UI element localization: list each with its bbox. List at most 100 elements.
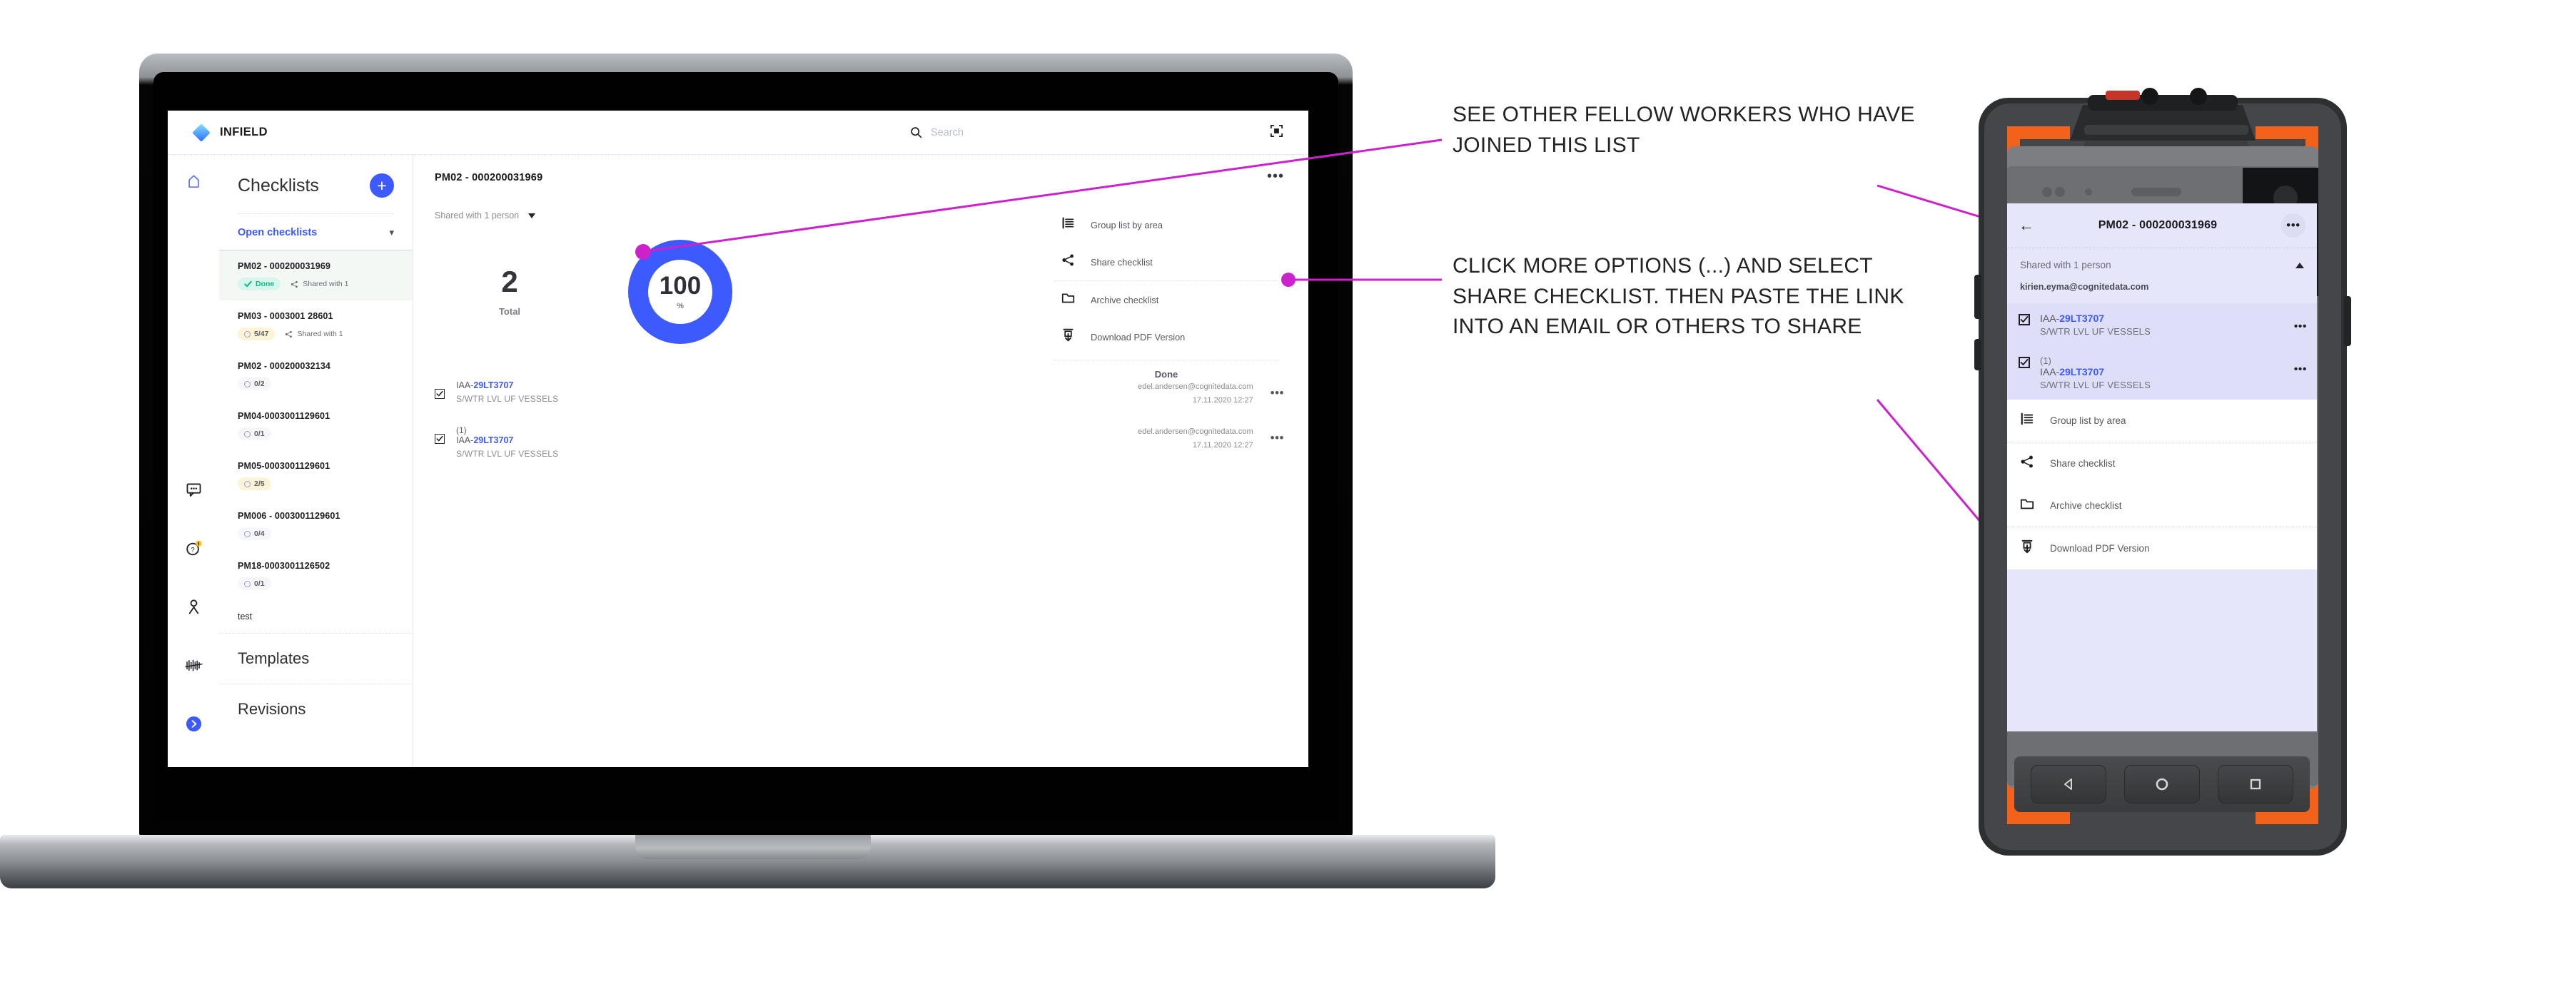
android-back-icon[interactable] bbox=[2030, 765, 2106, 803]
group-list-icon bbox=[1061, 216, 1075, 233]
chevron-up-icon bbox=[2295, 262, 2304, 268]
folder-icon bbox=[2020, 497, 2034, 514]
checklist-item-name: PM02 - 000200032134 bbox=[238, 361, 331, 371]
fullscreen-icon[interactable] bbox=[1270, 124, 1283, 141]
shared-with-badge: Shared with 1 bbox=[285, 330, 343, 338]
phone-menu-item-folder[interactable]: Archive checklist bbox=[2007, 485, 2317, 527]
checklist-item-meta: 0/1 bbox=[238, 577, 394, 590]
help-alert-icon[interactable]: ? bbox=[183, 537, 204, 559]
phone-topbar: ← PM02 - 000200031969 ••• bbox=[2007, 203, 2317, 248]
android-recents-icon[interactable] bbox=[2218, 765, 2294, 803]
row-tag: (1) bbox=[456, 425, 467, 436]
phone-row-code: IAA-29LT3707 bbox=[2040, 313, 2105, 324]
menu-items: Group list by area Share checklist Archi… bbox=[1049, 206, 1284, 355]
phone-menu-item-label: Share checklist bbox=[2050, 458, 2116, 469]
phone-screen: ← PM02 - 000200031969 ••• Shared with 1 … bbox=[2007, 203, 2317, 731]
status-badge: 5/47 bbox=[238, 328, 276, 340]
total-label: Total bbox=[498, 306, 521, 317]
phone-menu-item-share[interactable]: Share checklist bbox=[2007, 442, 2317, 485]
row-timestamp: 17.11.2020 12:27 bbox=[1192, 395, 1253, 405]
menu-item-download[interactable]: Download PDF Version bbox=[1049, 318, 1284, 355]
sidebar-item-revisions[interactable]: Revisions bbox=[219, 684, 413, 734]
android-home-icon[interactable] bbox=[2123, 765, 2200, 803]
status-badge: 0/1 bbox=[238, 427, 271, 440]
more-options-button[interactable]: ••• bbox=[1267, 169, 1284, 183]
progress-unit: % bbox=[677, 302, 684, 310]
table-row[interactable]: (1) IAA-29LT3707 S/WTR LVL UF VESSELS ed… bbox=[435, 417, 1284, 469]
rail-bottom: ? bbox=[183, 479, 204, 767]
row-code: IAA-29LT3707 bbox=[456, 380, 514, 390]
group-label: Open checklists bbox=[238, 227, 318, 238]
infield-diamond-logo-icon bbox=[192, 123, 211, 142]
phone-shared-email: kirien.eyma@cognitedata.com bbox=[2020, 282, 2149, 292]
menu-item-group-list[interactable]: Group list by area bbox=[1049, 206, 1284, 243]
laptop-base-notch bbox=[635, 835, 871, 859]
sidebar-checklist-item[interactable]: PM05-0003001129601 2/5 bbox=[219, 450, 413, 500]
phone-menu-item-label: Download PDF Version bbox=[2050, 543, 2150, 554]
search-input[interactable]: Search bbox=[910, 126, 964, 138]
total-value: 2 bbox=[501, 265, 518, 298]
checklist-item-name: PM18-0003001126502 bbox=[238, 561, 330, 571]
row-more-options-button[interactable]: ••• bbox=[1271, 387, 1284, 398]
phone-row-more-options-button[interactable]: ••• bbox=[2294, 321, 2307, 333]
phone-row-subtitle: S/WTR LVL UF VESSELS bbox=[2040, 326, 2151, 337]
sidebar-checklist-item[interactable]: PM18-0003001126502 0/1 bbox=[219, 550, 413, 600]
main-title-row: PM02 - 000200031969 ••• bbox=[435, 169, 1284, 183]
download-icon bbox=[2020, 539, 2034, 557]
person-icon[interactable] bbox=[183, 596, 204, 617]
app-body: ? Checklists + Open checklists ▾ PM02 - … bbox=[168, 155, 1308, 767]
phone-row-more-options-button[interactable]: ••• bbox=[2294, 364, 2307, 375]
rugged-phone-device: ← PM02 - 000200031969 ••• Shared with 1 … bbox=[1963, 61, 2363, 888]
screenshot-stage: INFIELD Search ? Checklists + Open check… bbox=[0, 0, 2576, 999]
progress-value: 100 bbox=[659, 272, 702, 300]
phone-more-options-button[interactable]: ••• bbox=[2281, 213, 2305, 238]
status-badge: 0/2 bbox=[238, 377, 271, 390]
phone-menu-item-group-list[interactable]: Group list by area bbox=[2007, 400, 2317, 442]
sidebar-checklist-item[interactable]: PM006 - 0003001129601 0/4 bbox=[219, 500, 413, 550]
chevron-right-circle-icon[interactable] bbox=[183, 713, 204, 734]
menu-item-share[interactable]: Share checklist bbox=[1049, 243, 1284, 280]
row-checkbox[interactable] bbox=[435, 434, 445, 445]
menu-done-label: Done bbox=[1054, 360, 1278, 380]
phone-menu-item-download[interactable]: Download PDF Version bbox=[2007, 527, 2317, 569]
phone-shared-control[interactable]: Shared with 1 person bbox=[2007, 248, 2317, 275]
tune-icon[interactable] bbox=[183, 654, 204, 676]
shared-with-badge: Shared with 1 bbox=[291, 280, 348, 288]
total-stat: 2 Total bbox=[435, 265, 585, 318]
phone-checklist-items: IAA-29LT3707 S/WTR LVL UF VESSELS ••• (1… bbox=[2007, 303, 2317, 400]
row-more-options-button[interactable]: ••• bbox=[1271, 432, 1284, 444]
sidebar-checklist-item[interactable]: PM02 - 000200031969 Done Shared with 1 bbox=[219, 250, 413, 300]
checklist-items-table: IAA-29LT3707 S/WTR LVL UF VESSELS edel.a… bbox=[435, 372, 1284, 469]
phone-row-checkbox[interactable] bbox=[2019, 314, 2030, 325]
app-header: INFIELD Search bbox=[168, 111, 1308, 155]
sidebar-checklist-item[interactable]: PM03 - 0003001 28601 5/47 Shared with 1 bbox=[219, 300, 413, 350]
chat-bubble-icon[interactable] bbox=[183, 479, 204, 500]
menu-item-label: Download PDF Version bbox=[1091, 331, 1186, 343]
group-list-icon bbox=[2020, 412, 2034, 430]
brand-name: INFIELD bbox=[220, 126, 268, 138]
sidebar-checklist-item[interactable]: PM02 - 000200032134 0/2 bbox=[219, 350, 413, 400]
home-icon[interactable] bbox=[183, 171, 204, 192]
phone-row-content: (1) IAA-29LT3707 S/WTR LVL UF VESSELS bbox=[2040, 355, 2294, 390]
infield-app-window: INFIELD Search ? Checklists + Open check… bbox=[168, 111, 1308, 767]
phone-row-code: IAA-29LT3707 bbox=[2040, 366, 2105, 377]
row-timestamp: 17.11.2020 12:27 bbox=[1192, 441, 1253, 450]
main-panel: PM02 - 000200031969 ••• Shared with 1 pe… bbox=[413, 155, 1308, 767]
sidebar-item-templates[interactable]: Templates bbox=[219, 633, 413, 684]
checklists-sidebar: Checklists + Open checklists ▾ PM02 - 00… bbox=[219, 155, 413, 767]
add-checklist-button[interactable]: + bbox=[370, 173, 394, 198]
menu-item-folder[interactable]: Archive checklist bbox=[1049, 281, 1284, 318]
arrow-left-icon[interactable]: ← bbox=[2019, 218, 2034, 233]
checklist-item-meta: 2/5 bbox=[238, 477, 394, 490]
open-checklists-group-toggle[interactable]: Open checklists ▾ bbox=[219, 214, 413, 250]
row-content: IAA-29LT3707 S/WTR LVL UF VESSELS bbox=[456, 380, 1138, 404]
phone-row-checkbox[interactable] bbox=[2019, 357, 2030, 368]
list-item-test[interactable]: test bbox=[219, 600, 413, 633]
phone-list-item[interactable]: (1) IAA-29LT3707 S/WTR LVL UF VESSELS ••… bbox=[2007, 346, 2317, 400]
sidebar-checklist-item[interactable]: PM04-0003001129601 0/1 bbox=[219, 400, 413, 450]
row-email: edel.andersen@cognitedata.com bbox=[1138, 427, 1253, 437]
checklist-item-meta: 0/2 bbox=[238, 377, 394, 390]
row-content: (1) IAA-29LT3707 S/WTR LVL UF VESSELS bbox=[456, 425, 1138, 459]
phone-list-item[interactable]: IAA-29LT3707 S/WTR LVL UF VESSELS ••• bbox=[2007, 303, 2317, 346]
row-checkbox[interactable] bbox=[435, 389, 445, 399]
